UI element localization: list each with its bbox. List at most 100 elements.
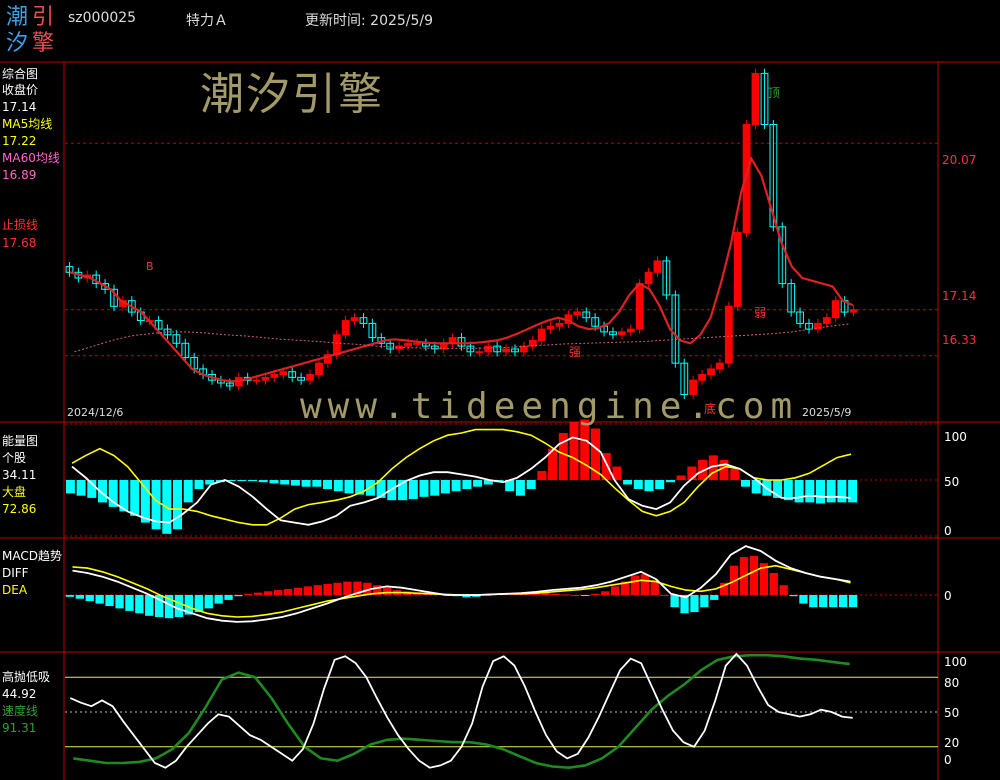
macd-bar xyxy=(601,591,610,595)
p1-mark-b: B xyxy=(146,260,154,273)
candle-body xyxy=(502,348,511,353)
candle-body xyxy=(751,72,760,125)
p1-mark-top: 顶 xyxy=(768,86,781,100)
macd-bar xyxy=(174,595,184,617)
candle-body xyxy=(341,320,350,336)
macd-bar xyxy=(105,595,114,606)
macd-bar xyxy=(710,595,719,600)
macd-bar xyxy=(125,595,134,611)
candle-body xyxy=(716,362,724,370)
candle-body xyxy=(724,305,733,364)
energy-bar xyxy=(826,480,836,503)
energy-bar xyxy=(440,480,450,494)
energy-bar xyxy=(430,480,440,496)
macd-bar xyxy=(551,593,560,595)
energy-bar xyxy=(290,480,300,486)
candle-body xyxy=(315,362,323,376)
energy-bar xyxy=(676,475,686,480)
p2-tick-50: 50 xyxy=(944,475,960,489)
p2-tick-0: 0 xyxy=(944,524,952,538)
p1-date-end: 2025/5/9 xyxy=(802,406,852,419)
p3-tick-0: 0 xyxy=(944,589,952,603)
p1-stop-label: 止损线 xyxy=(2,218,39,232)
macd-bar xyxy=(303,586,312,595)
p2-market-value: 72.86 xyxy=(2,502,37,516)
p1-title: 综合图 xyxy=(2,67,39,81)
energy-bar xyxy=(515,480,525,496)
energy-bar xyxy=(794,480,804,503)
macd-bar xyxy=(640,574,649,595)
candle-body xyxy=(350,317,359,322)
macd-bar xyxy=(333,582,342,595)
candle-body xyxy=(404,342,413,347)
macd-bar xyxy=(214,595,223,604)
p2-stock-label: 个股 xyxy=(2,451,27,465)
macd-bar xyxy=(581,595,590,596)
p1-tick-low: 16.33 xyxy=(942,333,977,347)
macd-bar xyxy=(779,585,788,595)
candle-body xyxy=(555,322,564,327)
energy-bar xyxy=(140,480,150,523)
energy-bar xyxy=(130,480,140,516)
p1-mark-strong: 强 xyxy=(569,345,582,359)
energy-bar xyxy=(462,480,472,489)
candle-body xyxy=(261,376,270,381)
p4-tick-100: 100 xyxy=(944,655,967,669)
macd-bar xyxy=(244,593,253,595)
p1-ma60-value: 16.89 xyxy=(2,168,37,182)
energy-bar xyxy=(333,480,343,492)
candle-body xyxy=(573,311,582,316)
p1-ma5-label: MA5均线 xyxy=(2,117,53,131)
macd-bar xyxy=(274,590,283,595)
macd-bar xyxy=(789,595,798,597)
candle-body xyxy=(413,342,421,345)
p1-tick-high: 20.07 xyxy=(942,153,977,167)
macd-bar xyxy=(670,595,679,608)
candle-body xyxy=(707,368,715,376)
candle-body xyxy=(822,317,831,324)
macd-bar xyxy=(343,581,352,595)
macd-bar xyxy=(591,593,600,595)
energy-bar xyxy=(816,480,825,504)
macd-bar xyxy=(293,587,303,595)
p1-ma60-label: MA60均线 xyxy=(2,151,60,165)
energy-bar xyxy=(76,480,86,496)
energy-bar xyxy=(408,480,418,499)
macd-bar xyxy=(115,595,124,609)
energy-bar xyxy=(344,480,354,494)
macd-bar xyxy=(799,595,808,604)
p1-tick-close: 17.14 xyxy=(942,289,977,303)
energy-bar xyxy=(65,480,75,494)
p1-close-label: 收盘价 xyxy=(2,83,39,97)
energy-bar xyxy=(805,480,815,503)
candle-body xyxy=(831,300,840,319)
energy-bar xyxy=(644,480,654,492)
p3-title: MACD趋势 xyxy=(2,549,62,563)
candle-body xyxy=(653,260,662,273)
p4-title: 高抛低吸 xyxy=(2,670,51,684)
macd-bar xyxy=(660,595,669,596)
macd-bar xyxy=(383,587,392,595)
macd-bar xyxy=(611,586,620,595)
candle-body xyxy=(279,371,288,376)
energy-bar xyxy=(419,480,429,497)
candle-body xyxy=(849,309,858,313)
p4-tick-80: 80 xyxy=(944,676,960,690)
energy-bar xyxy=(280,480,290,485)
macd-bar xyxy=(630,575,640,595)
energy-bar xyxy=(258,480,268,483)
p1-date-start: 2024/12/6 xyxy=(67,406,124,419)
macd-bar xyxy=(135,595,144,614)
candle-body xyxy=(537,328,546,342)
energy-bar xyxy=(580,419,590,480)
macd-bar xyxy=(690,595,699,613)
macd-bar xyxy=(819,595,828,608)
swing-line xyxy=(69,652,853,769)
p4-speed-value: 91.31 xyxy=(2,721,37,735)
speed-line xyxy=(73,653,850,770)
p1-close-value: 17.14 xyxy=(2,100,37,114)
candle-body xyxy=(332,334,341,356)
energy-bar xyxy=(194,480,204,489)
macd-bar xyxy=(809,595,818,608)
macd-bar xyxy=(224,595,233,600)
